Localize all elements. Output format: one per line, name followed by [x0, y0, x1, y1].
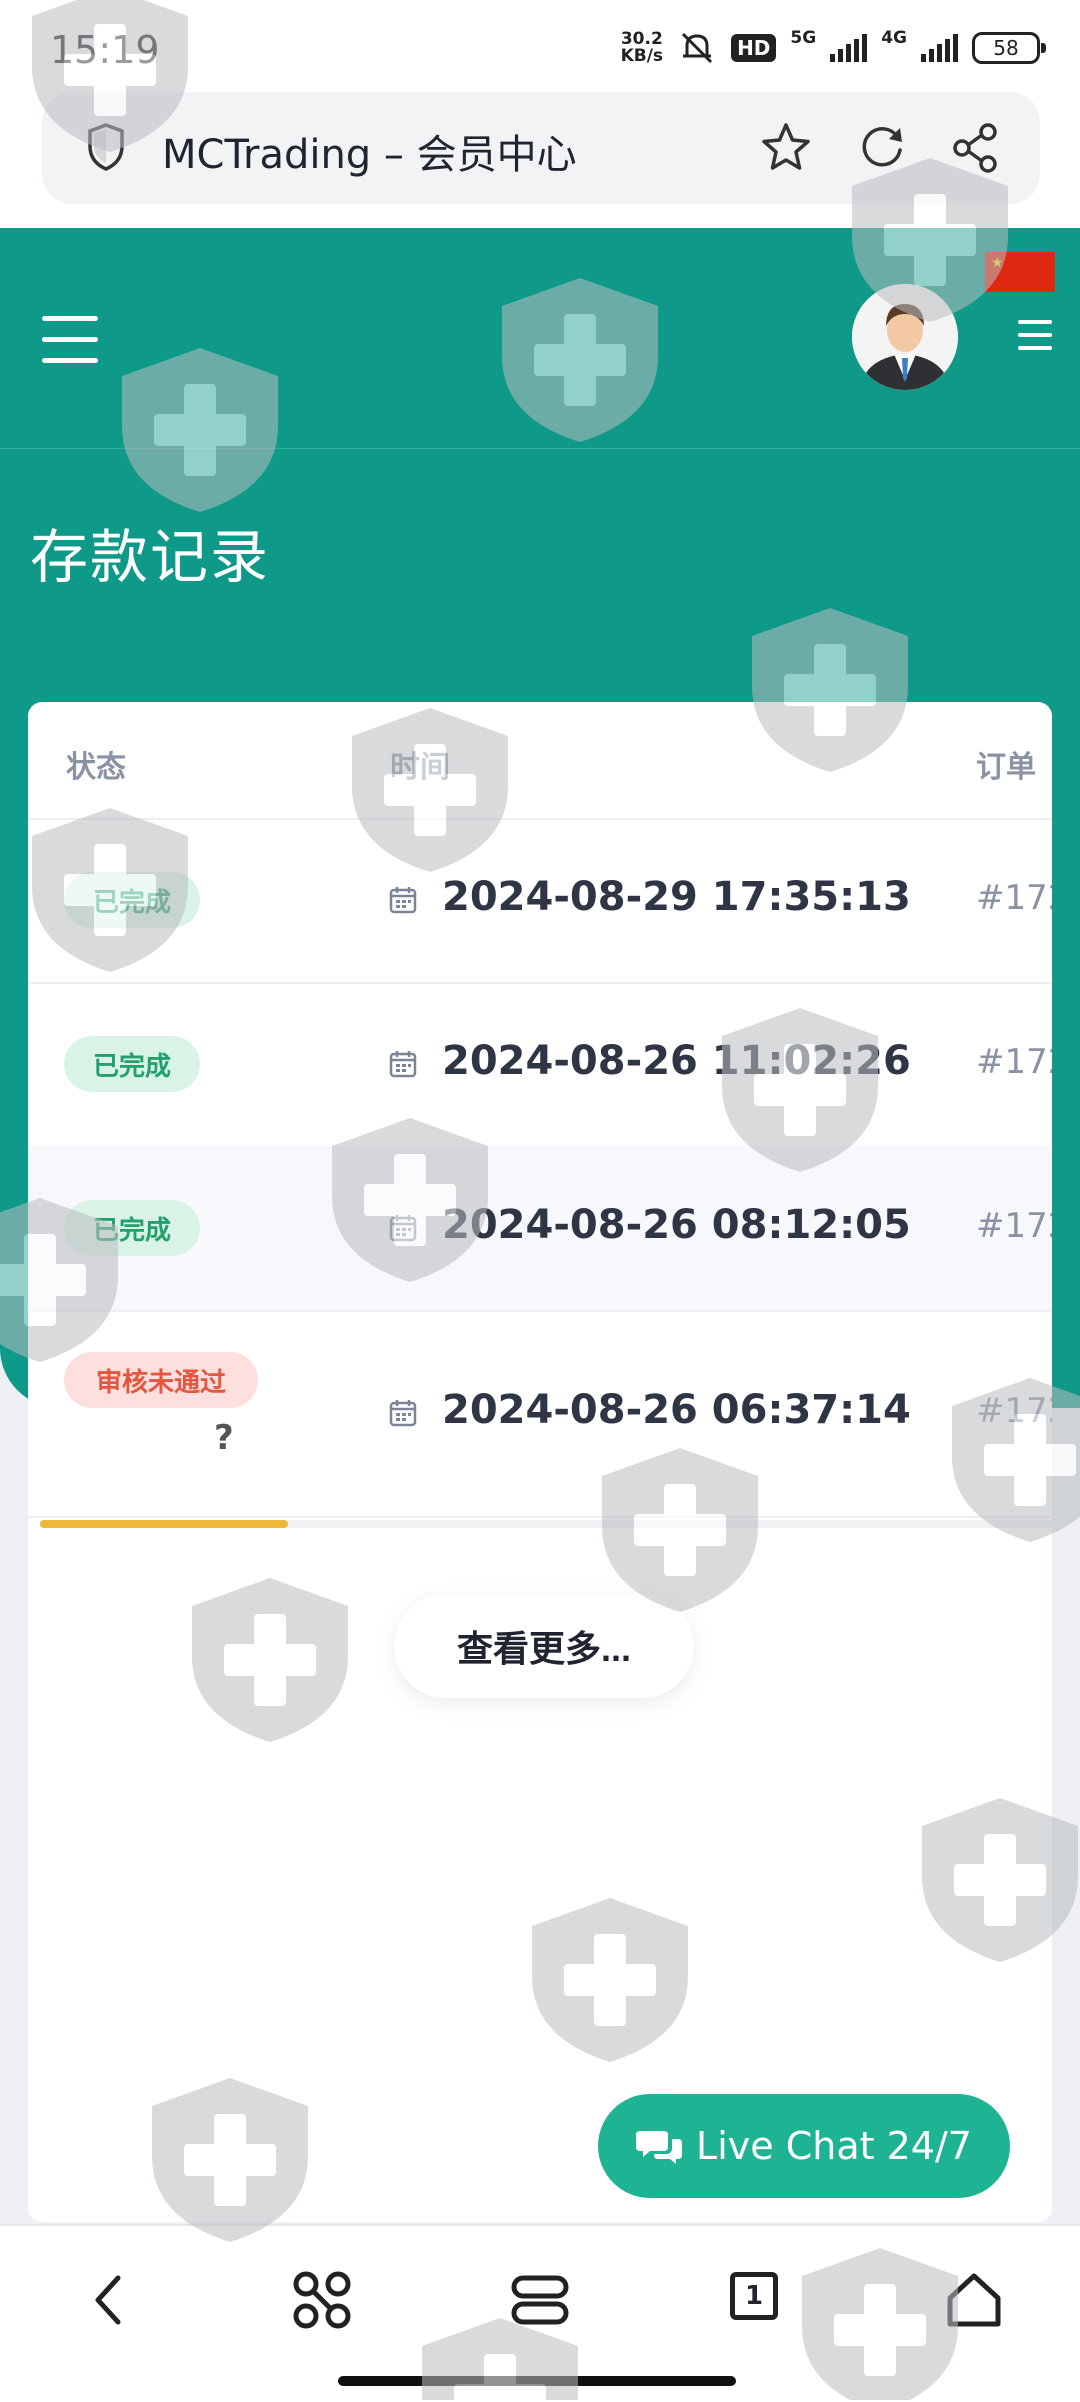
gesture-home-bar[interactable]	[338, 2376, 736, 2386]
calendar-icon	[389, 1051, 417, 1078]
calendar-icon	[389, 1215, 417, 1242]
column-order: 订单	[976, 750, 1036, 785]
deposit-datetime: 2024-08-26 06:37:14	[442, 1387, 911, 1433]
address-bar[interactable]: MCTrading – 会员中心	[42, 92, 1040, 204]
network-5g: 5G	[790, 28, 817, 48]
network-speed: 30.2 KB/s	[620, 29, 664, 66]
order-id[interactable]: #172	[976, 1206, 1052, 1246]
order-id[interactable]: #172	[976, 1391, 1052, 1431]
home-icon[interactable]	[944, 2270, 1004, 2330]
live-chat-button[interactable]: Live Chat 24/7	[598, 2094, 1010, 2198]
status-badge: 已完成	[64, 872, 200, 928]
page-title: 存款记录	[30, 523, 271, 591]
table-header: 状态 时间 订单	[28, 702, 1052, 820]
deposit-datetime: 2024-08-26 08:12:05	[442, 1202, 911, 1248]
deposit-datetime: 2024-08-26 11:02:26	[442, 1038, 911, 1084]
share-icon[interactable]	[948, 120, 1004, 176]
status-badge: 已完成	[64, 1036, 200, 1092]
user-avatar-icon	[852, 284, 958, 390]
horizontal-scroll-track[interactable]	[40, 1520, 1052, 1528]
shield-icon[interactable]	[86, 122, 126, 172]
clock: 15:19	[50, 28, 160, 72]
menu-icon[interactable]	[510, 2270, 570, 2330]
network-4g: 4G	[881, 28, 907, 48]
avatar[interactable]	[852, 284, 958, 390]
signal-icon	[830, 34, 868, 62]
load-more-button[interactable]: 查看更多...	[394, 1594, 694, 1698]
refresh-icon[interactable]	[854, 120, 910, 176]
hd-icon: HD	[731, 34, 777, 62]
secondary-menu-icon[interactable]	[1018, 320, 1052, 359]
calendar-icon	[389, 1400, 417, 1427]
deposit-records-card: 状态 时间 订单 已完成 2024-08-29 17:35:13 #172 已完…	[28, 702, 1052, 2222]
signal-icon-2	[921, 34, 958, 62]
status-badge: 审核未通过	[64, 1352, 258, 1408]
browser-toolbar: MCTrading – 会员中心	[0, 92, 1080, 228]
deposit-datetime: 2024-08-29 17:35:13	[442, 874, 911, 920]
column-status: 状态	[66, 750, 126, 785]
china-flag-icon[interactable]: ★	[985, 252, 1055, 292]
status-badge: 已完成	[64, 1200, 200, 1256]
horizontal-scroll-thumb[interactable]	[40, 1520, 288, 1528]
status-icons: 30.2 KB/s HD 5G 4G 58	[620, 28, 1046, 66]
hamburger-menu-icon[interactable]	[42, 316, 98, 379]
star-icon[interactable]	[758, 120, 814, 176]
table-row[interactable]: 已完成 2024-08-26 08:12:05 #172	[28, 1146, 1052, 1312]
mute-bell-icon	[682, 32, 713, 64]
site-nav: ★	[0, 228, 1080, 449]
page-url-title[interactable]: MCTrading – 会员中心	[162, 122, 577, 180]
calendar-icon	[389, 887, 417, 914]
column-time: 时间	[390, 750, 450, 785]
table-row[interactable]: 审核未通过 ? 2024-08-26 06:37:14 #172	[28, 1310, 1052, 1518]
back-icon[interactable]	[84, 2270, 134, 2330]
table-row[interactable]: 已完成 2024-08-26 11:02:26 #172	[28, 982, 1052, 1148]
battery-icon: 58	[972, 32, 1046, 64]
live-chat-label: Live Chat 24/7	[696, 2124, 972, 2168]
table-row[interactable]: 已完成 2024-08-29 17:35:13 #172	[28, 818, 1052, 984]
apps-icon[interactable]	[292, 2270, 352, 2330]
help-icon[interactable]: ?	[214, 1418, 234, 1458]
order-id[interactable]: #172	[976, 1042, 1052, 1082]
order-id[interactable]: #172	[976, 878, 1052, 918]
status-bar: 15:19 30.2 KB/s HD 5G 4G 58	[0, 0, 1080, 92]
chat-bubbles-icon	[636, 2131, 683, 2164]
tabs-icon[interactable]: 1	[730, 2272, 778, 2320]
browser-bottom-nav: 1	[0, 2224, 1080, 2402]
